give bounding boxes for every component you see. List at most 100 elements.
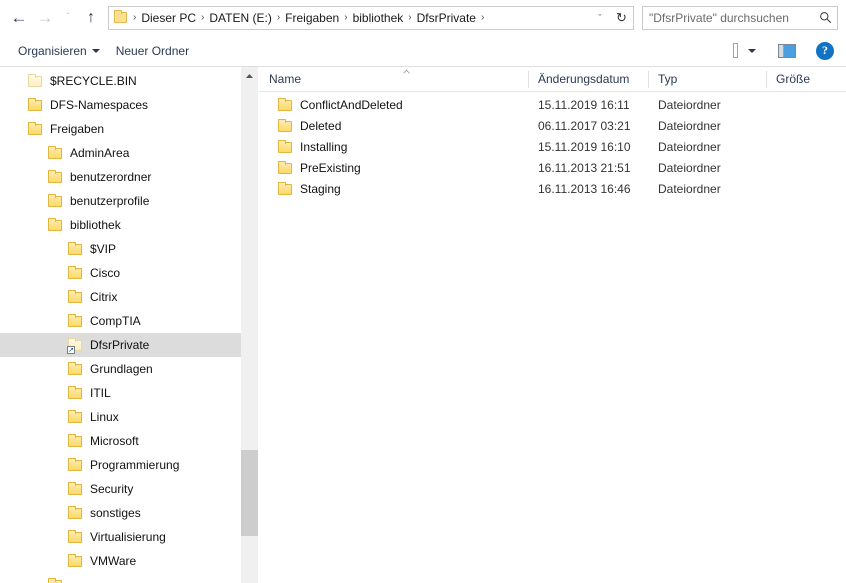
file-type-cell: Dateiordner (658, 139, 721, 154)
column-header-name[interactable]: Name (259, 67, 528, 92)
details-view-icon (733, 43, 738, 58)
tree-item-benutzerprofile[interactable]: benutzerprofile (0, 189, 258, 213)
new-folder-button[interactable]: Neuer Ordner (108, 40, 197, 62)
folder-icon (47, 577, 63, 583)
tree-item-label: CompTIA (90, 314, 141, 328)
file-modified-cell: 06.11.2017 03:21 (538, 118, 631, 133)
tree-item-microsoft[interactable]: Microsoft (0, 429, 258, 453)
view-mode-button[interactable] (729, 40, 742, 61)
address-folder-icon (109, 7, 131, 29)
tree-item-recycle-bin[interactable]: $RECYCLE.BIN (0, 69, 258, 93)
tree-item-label: VMWare (90, 554, 137, 568)
tree-item-freigaben[interactable]: Freigaben (0, 117, 258, 141)
preview-pane-button[interactable] (774, 41, 800, 61)
forward-button[interactable]: → (32, 5, 58, 31)
column-header--nderungsdatum[interactable]: Änderungsdatum (528, 67, 648, 92)
tree-item-linux[interactable]: Linux (0, 405, 258, 429)
tree-item[interactable] (0, 573, 258, 583)
file-list-row[interactable]: PreExisting 16.11.2013 21:51 Dateiordner (259, 157, 846, 178)
search-box[interactable] (642, 5, 838, 30)
folder-icon (47, 217, 63, 233)
folder-icon (277, 181, 293, 197)
scroll-up-button[interactable] (241, 67, 258, 84)
file-name-label: Staging (300, 181, 341, 196)
folder-icon (67, 409, 83, 425)
shortcut-overlay-icon (67, 346, 75, 354)
address-dropdown-icon[interactable]: ˇ (590, 7, 610, 29)
folder-icon (67, 553, 83, 569)
tree-item-label: benutzerordner (70, 170, 152, 184)
up-button[interactable]: ↑ (78, 5, 104, 31)
column-header-gr-e[interactable]: Größe (766, 67, 826, 92)
column-header-typ[interactable]: Typ (648, 67, 766, 92)
file-type-cell: Dateiordner (658, 118, 721, 133)
navigation-pane: $RECYCLE.BIN DFS-Namespaces Freigaben Admin… (0, 67, 259, 583)
tree-item-programmierung[interactable]: Programmierung (0, 453, 258, 477)
file-list-row[interactable]: ConflictAndDeleted 15.11.2019 16:11 Dateio… (259, 94, 846, 115)
tree-item-label: Linux (90, 410, 119, 424)
tree-item-citrix[interactable]: Citrix (0, 285, 258, 309)
tree-item-cisco[interactable]: Cisco (0, 261, 258, 285)
breadcrumb-item-2[interactable]: Freigaben (282, 9, 342, 27)
file-name-label: Installing (300, 139, 348, 154)
tree-item-security[interactable]: Security (0, 477, 258, 501)
tree-item-label: Grundlagen (90, 362, 153, 376)
view-mode-dropdown-button[interactable] (744, 46, 760, 56)
breadcrumb-separator: › (344, 12, 348, 23)
tree-item-dfs-namespaces[interactable]: DFS-Namespaces (0, 93, 258, 117)
tree-item-bibliothek[interactable]: bibliothek (0, 213, 258, 237)
folder-icon (47, 169, 63, 185)
file-name-label: PreExisting (300, 160, 361, 175)
file-list-pane: Name Änderungsdatum Typ Größe ConflictAndDe… (259, 67, 846, 583)
tree-item-label: bibliothek (70, 218, 121, 232)
file-size-cell (766, 157, 826, 178)
tree-item-comptia[interactable]: CompTIA (0, 309, 258, 333)
recent-locations-button[interactable]: ˇ (58, 5, 78, 31)
folder-icon (277, 118, 293, 134)
new-folder-label: Neuer Ordner (115, 43, 190, 58)
command-bar-right-group: ? (729, 39, 838, 63)
tree-item-label: $RECYCLE.BIN (50, 74, 137, 88)
tree-item-virtualisierung[interactable]: Virtualisierung (0, 525, 258, 549)
back-button[interactable]: ← (6, 5, 32, 31)
tree-item-benutzerordner[interactable]: benutzerordner (0, 165, 258, 189)
scrollbar-thumb[interactable] (241, 450, 258, 536)
file-size-cell (766, 136, 826, 157)
folder-icon (47, 145, 63, 161)
folder-icon (67, 433, 83, 449)
search-input[interactable] (643, 10, 813, 25)
tree-item-label: sonstiges (90, 506, 141, 520)
file-name-cell: PreExisting (259, 157, 528, 178)
breadcrumb-item-4[interactable]: DfsrPrivate (414, 9, 479, 27)
chevron-down-icon (91, 48, 100, 53)
tree-item-grundlagen[interactable]: Grundlagen (0, 357, 258, 381)
tree-item-dfsrprivate[interactable]: DfsrPrivate (0, 333, 258, 357)
file-list-row[interactable]: Installing 15.11.2019 16:10 Dateiordner (259, 136, 846, 157)
column-header-label: Änderungsdatum (538, 72, 630, 86)
tree-item-vip[interactable]: $VIP (0, 237, 258, 261)
sort-ascending-icon (402, 68, 411, 74)
navigation-pane-scrollbar[interactable] (241, 67, 258, 583)
breadcrumb-item-1[interactable]: DATEN (E:) (206, 9, 274, 27)
tree-item-sonstiges[interactable]: sonstiges (0, 501, 258, 525)
help-button[interactable]: ? (812, 39, 838, 63)
search-icon[interactable] (813, 7, 837, 29)
file-list-row[interactable]: Deleted 06.11.2017 03:21 Dateiordner (259, 115, 846, 136)
refresh-button[interactable]: ↻ (610, 5, 634, 30)
file-modified-cell: 15.11.2019 16:10 (538, 139, 631, 154)
tree-item-label: Freigaben (50, 122, 105, 136)
folder-icon (27, 121, 43, 137)
tree-item-label: Security (90, 482, 134, 496)
breadcrumb-item-0[interactable]: Dieser PC (138, 9, 199, 27)
tree-item-vmware[interactable]: VMWare (0, 549, 258, 573)
folder-icon (277, 97, 293, 113)
column-header-row: Name Änderungsdatum Typ Größe (259, 67, 846, 92)
tree-item-itil[interactable]: ITIL (0, 381, 258, 405)
address-bar[interactable]: › Dieser PC › DATEN (E:) › Freigaben › b… (108, 5, 611, 30)
tree-item-adminarea[interactable]: AdminArea (0, 141, 258, 165)
breadcrumb-item-3[interactable]: bibliothek (350, 9, 407, 27)
file-list-row[interactable]: Staging 16.11.2013 16:46 Dateiordner (259, 178, 846, 199)
tree-item-label: DfsrPrivate (90, 338, 150, 352)
organize-button[interactable]: Organisieren (10, 40, 108, 62)
file-modified-cell: 15.11.2019 16:11 (538, 97, 630, 112)
